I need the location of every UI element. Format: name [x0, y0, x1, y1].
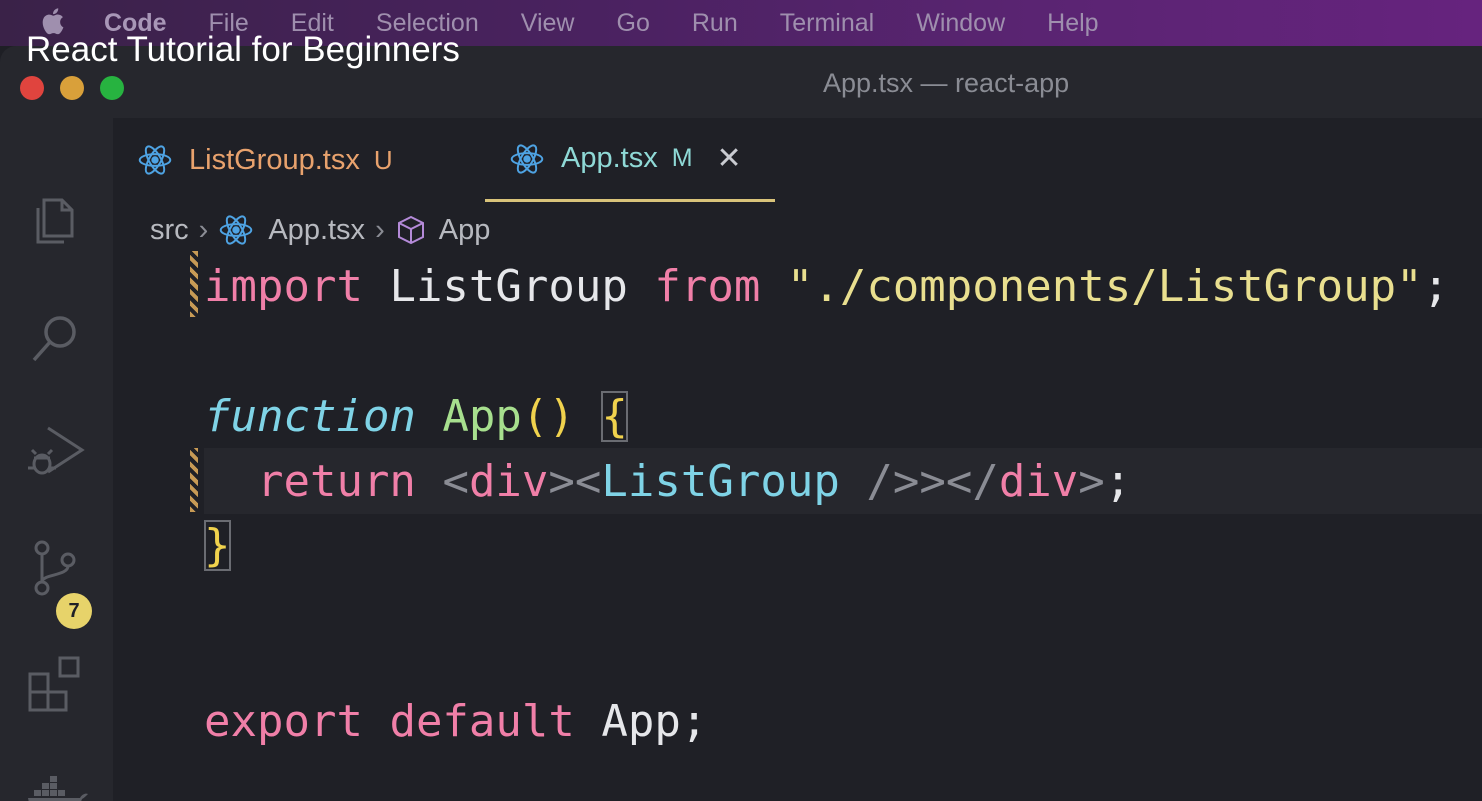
- window-title: App.tsx — react-app: [823, 68, 1070, 98]
- search-icon[interactable]: [24, 306, 88, 370]
- semicolon: ;: [1104, 455, 1132, 507]
- open-brace: {: [601, 390, 628, 442]
- component-name: ListGroup: [601, 455, 840, 507]
- menu-run[interactable]: Run: [692, 9, 738, 38]
- breadcrumb: src › App.tsx › App: [150, 210, 490, 250]
- keyword-export: export: [204, 695, 363, 747]
- string-literal: "./components/ListGroup": [786, 260, 1423, 312]
- tag-name: div: [998, 455, 1079, 507]
- activity-bar: 7: [0, 118, 113, 801]
- tag-bracket: <: [442, 455, 469, 507]
- docker-icon[interactable]: [24, 766, 88, 801]
- tag-bracket: />: [839, 455, 920, 507]
- extensions-icon[interactable]: [24, 652, 88, 716]
- tab-label: App.tsx: [561, 142, 658, 174]
- vscode-window: App.tsx — react-app 7 ListGroup.tsx U Ap…: [0, 46, 1482, 801]
- run-debug-icon[interactable]: [24, 418, 88, 482]
- minimize-window-button[interactable]: [60, 76, 84, 100]
- react-file-icon: [510, 143, 544, 174]
- function-name: App: [442, 390, 522, 442]
- keyword-from: from: [654, 260, 761, 312]
- tag-bracket: >: [919, 455, 946, 507]
- menu-terminal[interactable]: Terminal: [780, 9, 874, 38]
- menu-help[interactable]: Help: [1047, 9, 1098, 38]
- keyword-function: function: [204, 390, 416, 442]
- code-line-5: export default App;: [204, 689, 707, 753]
- tab-app[interactable]: App.tsx M ✕: [485, 118, 775, 202]
- breadcrumb-file[interactable]: App.tsx: [268, 214, 365, 247]
- code-editor[interactable]: import ListGroup from "./components/List…: [113, 251, 1482, 801]
- git-modified-gutter-mark: [190, 448, 198, 512]
- keyword-default: default: [389, 695, 575, 747]
- source-control-badge: 7: [56, 593, 92, 629]
- react-file-icon: [138, 145, 172, 175]
- chevron-right-icon: ›: [198, 213, 209, 246]
- symbol-cube-icon: [397, 215, 424, 245]
- react-file-icon: [220, 215, 253, 245]
- untracked-status: U: [373, 144, 393, 175]
- semicolon: ;: [680, 695, 708, 747]
- git-modified-gutter-mark: [190, 251, 198, 317]
- breadcrumb-folder[interactable]: src: [150, 214, 189, 247]
- keyword-import: import: [204, 260, 363, 312]
- menu-window[interactable]: Window: [916, 9, 1005, 38]
- close-brace: }: [204, 519, 231, 571]
- parens: (): [521, 390, 575, 442]
- close-icon[interactable]: ✕: [717, 141, 742, 176]
- editor-tab-bar: ListGroup.tsx U App.tsx M ✕: [113, 118, 1482, 202]
- menu-view[interactable]: View: [521, 9, 575, 38]
- keyword-return: return: [256, 455, 416, 507]
- maximize-window-button[interactable]: [100, 76, 124, 100]
- tab-listgroup[interactable]: ListGroup.tsx U: [137, 118, 393, 202]
- tag-name: div: [468, 455, 549, 507]
- identifier: ListGroup: [389, 260, 628, 312]
- code-line-3: return < div > < ListGroup /> > </div >;: [204, 449, 1131, 513]
- source-control-icon[interactable]: [24, 536, 88, 600]
- identifier: App: [601, 695, 681, 747]
- breadcrumb-symbol[interactable]: App: [439, 214, 491, 247]
- tag-bracket: <: [574, 455, 602, 507]
- modified-status: M: [671, 144, 693, 172]
- tag-bracket: </: [945, 455, 999, 507]
- explorer-icon[interactable]: [24, 188, 88, 252]
- code-line-2: function App() {: [204, 384, 628, 448]
- code-line-1: import ListGroup from "./components/List…: [204, 254, 1449, 318]
- chevron-right-icon: ›: [375, 213, 385, 246]
- tag-bracket: >: [1078, 455, 1105, 507]
- close-window-button[interactable]: [20, 76, 44, 100]
- video-title-overlay: React Tutorial for Beginners: [26, 30, 460, 69]
- menu-go[interactable]: Go: [617, 9, 650, 38]
- code-line-4: }: [204, 513, 231, 577]
- tab-label: ListGroup.tsx: [189, 143, 360, 176]
- semicolon: ;: [1422, 260, 1450, 312]
- tag-bracket: >: [548, 455, 575, 507]
